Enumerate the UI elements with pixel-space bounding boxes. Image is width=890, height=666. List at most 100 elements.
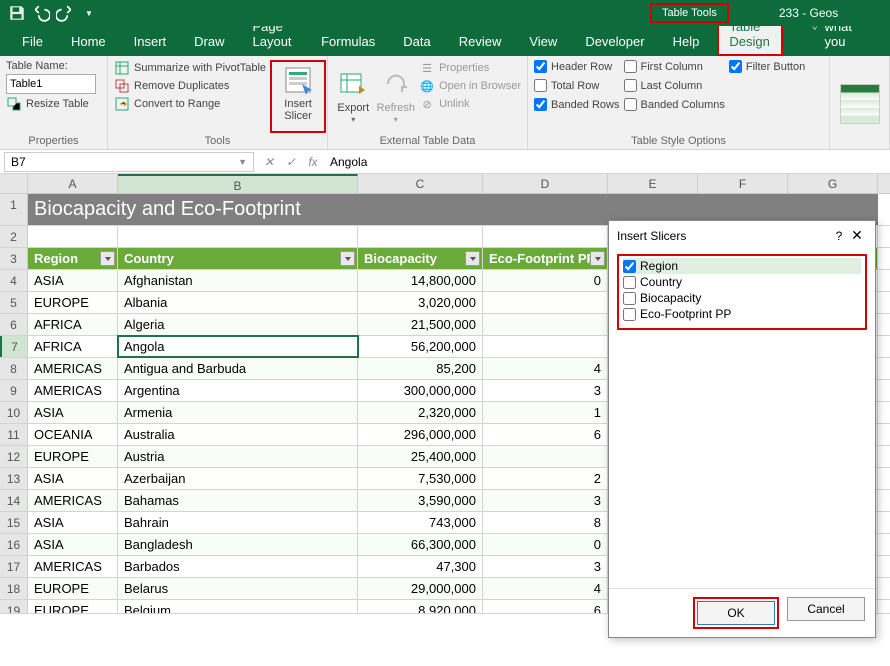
table-cell[interactable]: 25,400,000 xyxy=(358,446,483,467)
table-cell[interactable]: Argentina xyxy=(118,380,358,401)
table-header-region[interactable]: Region xyxy=(28,248,118,269)
table-cell[interactable]: Angola xyxy=(118,336,358,357)
row-header[interactable]: 12 xyxy=(0,446,28,467)
filter-dropdown-icon[interactable] xyxy=(465,251,480,266)
table-cell[interactable]: 3 xyxy=(483,380,608,401)
table-cell[interactable]: 2,320,000 xyxy=(358,402,483,423)
row-header[interactable]: 13 xyxy=(0,468,28,489)
row-header[interactable]: 19 xyxy=(0,600,28,613)
column-header[interactable]: B xyxy=(118,174,358,193)
row-header[interactable]: 2 xyxy=(0,226,28,247)
row-header[interactable]: 3 xyxy=(0,248,28,269)
row-header[interactable]: 6 xyxy=(0,314,28,335)
row-header[interactable]: 18 xyxy=(0,578,28,599)
row-header[interactable]: 17 xyxy=(0,556,28,577)
table-cell[interactable]: 4 xyxy=(483,578,608,599)
banded-columns-checkbox[interactable]: Banded Columns xyxy=(624,98,725,111)
help-icon[interactable]: ? xyxy=(831,229,847,243)
table-cell[interactable]: ASIA xyxy=(28,468,118,489)
ok-button[interactable]: OK xyxy=(697,601,775,625)
fx-icon[interactable]: fx xyxy=(302,155,324,169)
tab-developer[interactable]: Developer xyxy=(571,28,658,56)
table-cell[interactable]: 14,800,000 xyxy=(358,270,483,291)
column-header[interactable]: C xyxy=(358,174,483,193)
table-cell[interactable]: 6 xyxy=(483,424,608,445)
table-cell[interactable]: OCEANIA xyxy=(28,424,118,445)
undo-icon[interactable] xyxy=(32,4,50,22)
column-header[interactable]: G xyxy=(788,174,878,193)
table-cell[interactable]: Azerbaijan xyxy=(118,468,358,489)
resize-table-button[interactable]: Resize Table xyxy=(6,96,96,112)
tab-view[interactable]: View xyxy=(515,28,571,56)
tab-formulas[interactable]: Formulas xyxy=(307,28,389,56)
cancel-button[interactable]: Cancel xyxy=(787,597,865,621)
table-cell[interactable]: 6 xyxy=(483,600,608,613)
table-cell[interactable]: 2 xyxy=(483,468,608,489)
row-header[interactable]: 4 xyxy=(0,270,28,291)
table-cell[interactable]: Belarus xyxy=(118,578,358,599)
table-cell[interactable]: EUROPE xyxy=(28,292,118,313)
close-icon[interactable]: ✕ xyxy=(847,227,867,244)
table-cell[interactable]: 3,590,000 xyxy=(358,490,483,511)
row-header[interactable]: 11 xyxy=(0,424,28,445)
row-header[interactable]: 14 xyxy=(0,490,28,511)
table-cell[interactable]: ASIA xyxy=(28,402,118,423)
row-header[interactable]: 1 xyxy=(0,194,28,225)
redo-icon[interactable] xyxy=(56,4,74,22)
remove-duplicates-button[interactable]: Remove Duplicates xyxy=(114,78,266,94)
table-cell[interactable]: AFRICA xyxy=(28,314,118,335)
table-cell[interactable]: 8 xyxy=(483,512,608,533)
row-header[interactable]: 8 xyxy=(0,358,28,379)
name-box[interactable]: B7 ▼ xyxy=(4,152,254,172)
select-all-corner[interactable] xyxy=(0,174,28,193)
tab-review[interactable]: Review xyxy=(445,28,516,56)
table-style-preview[interactable] xyxy=(840,84,880,124)
last-column-checkbox[interactable]: Last Column xyxy=(624,79,725,92)
table-header-country[interactable]: Country xyxy=(118,248,358,269)
tab-help[interactable]: Help xyxy=(659,28,714,56)
header-row-checkbox[interactable]: Header Row xyxy=(534,60,620,73)
table-cell[interactable]: ASIA xyxy=(28,270,118,291)
row-header[interactable]: 10 xyxy=(0,402,28,423)
convert-range-button[interactable]: Convert to Range xyxy=(114,96,266,112)
table-cell[interactable]: 21,500,000 xyxy=(358,314,483,335)
table-cell[interactable]: Algeria xyxy=(118,314,358,335)
table-cell[interactable]: Afghanistan xyxy=(118,270,358,291)
table-cell[interactable]: AFRICA xyxy=(28,336,118,357)
table-cell[interactable]: 4 xyxy=(483,358,608,379)
table-cell[interactable]: ASIA xyxy=(28,512,118,533)
table-cell[interactable]: 7,530,000 xyxy=(358,468,483,489)
table-cell[interactable]: EUROPE xyxy=(28,578,118,599)
tab-data[interactable]: Data xyxy=(389,28,444,56)
table-cell[interactable]: 3,020,000 xyxy=(358,292,483,313)
tab-home[interactable]: Home xyxy=(57,28,120,56)
table-cell[interactable]: 56,200,000 xyxy=(358,336,483,357)
filter-dropdown-icon[interactable] xyxy=(590,251,605,266)
table-header-eco-footprint[interactable]: Eco-Footprint PP xyxy=(483,248,608,269)
column-header[interactable]: E xyxy=(608,174,698,193)
save-icon[interactable] xyxy=(8,4,26,22)
banded-rows-checkbox[interactable]: Banded Rows xyxy=(534,98,620,111)
first-column-checkbox[interactable]: First Column xyxy=(624,60,725,73)
table-cell[interactable]: Bangladesh xyxy=(118,534,358,555)
table-cell[interactable]: Armenia xyxy=(118,402,358,423)
qat-dropdown-icon[interactable]: ▼ xyxy=(80,4,98,22)
table-cell[interactable] xyxy=(483,336,608,357)
table-cell[interactable]: AMERICAS xyxy=(28,380,118,401)
tab-file[interactable]: File xyxy=(8,28,57,56)
table-cell[interactable]: AMERICAS xyxy=(28,358,118,379)
export-button[interactable]: Export ▾ xyxy=(334,60,373,133)
slicer-option-biocapacity[interactable]: Biocapacity xyxy=(623,290,861,306)
table-cell[interactable]: Belgium xyxy=(118,600,358,613)
row-header[interactable]: 9 xyxy=(0,380,28,401)
table-cell[interactable]: Barbados xyxy=(118,556,358,577)
table-cell[interactable]: Australia xyxy=(118,424,358,445)
table-cell[interactable]: 3 xyxy=(483,490,608,511)
table-cell[interactable]: 296,000,000 xyxy=(358,424,483,445)
filter-dropdown-icon[interactable] xyxy=(100,251,115,266)
table-cell[interactable]: Austria xyxy=(118,446,358,467)
table-cell[interactable]: EUROPE xyxy=(28,600,118,613)
table-cell[interactable]: 0 xyxy=(483,534,608,555)
filter-button-checkbox[interactable]: Filter Button xyxy=(729,60,805,73)
table-cell[interactable]: 85,200 xyxy=(358,358,483,379)
